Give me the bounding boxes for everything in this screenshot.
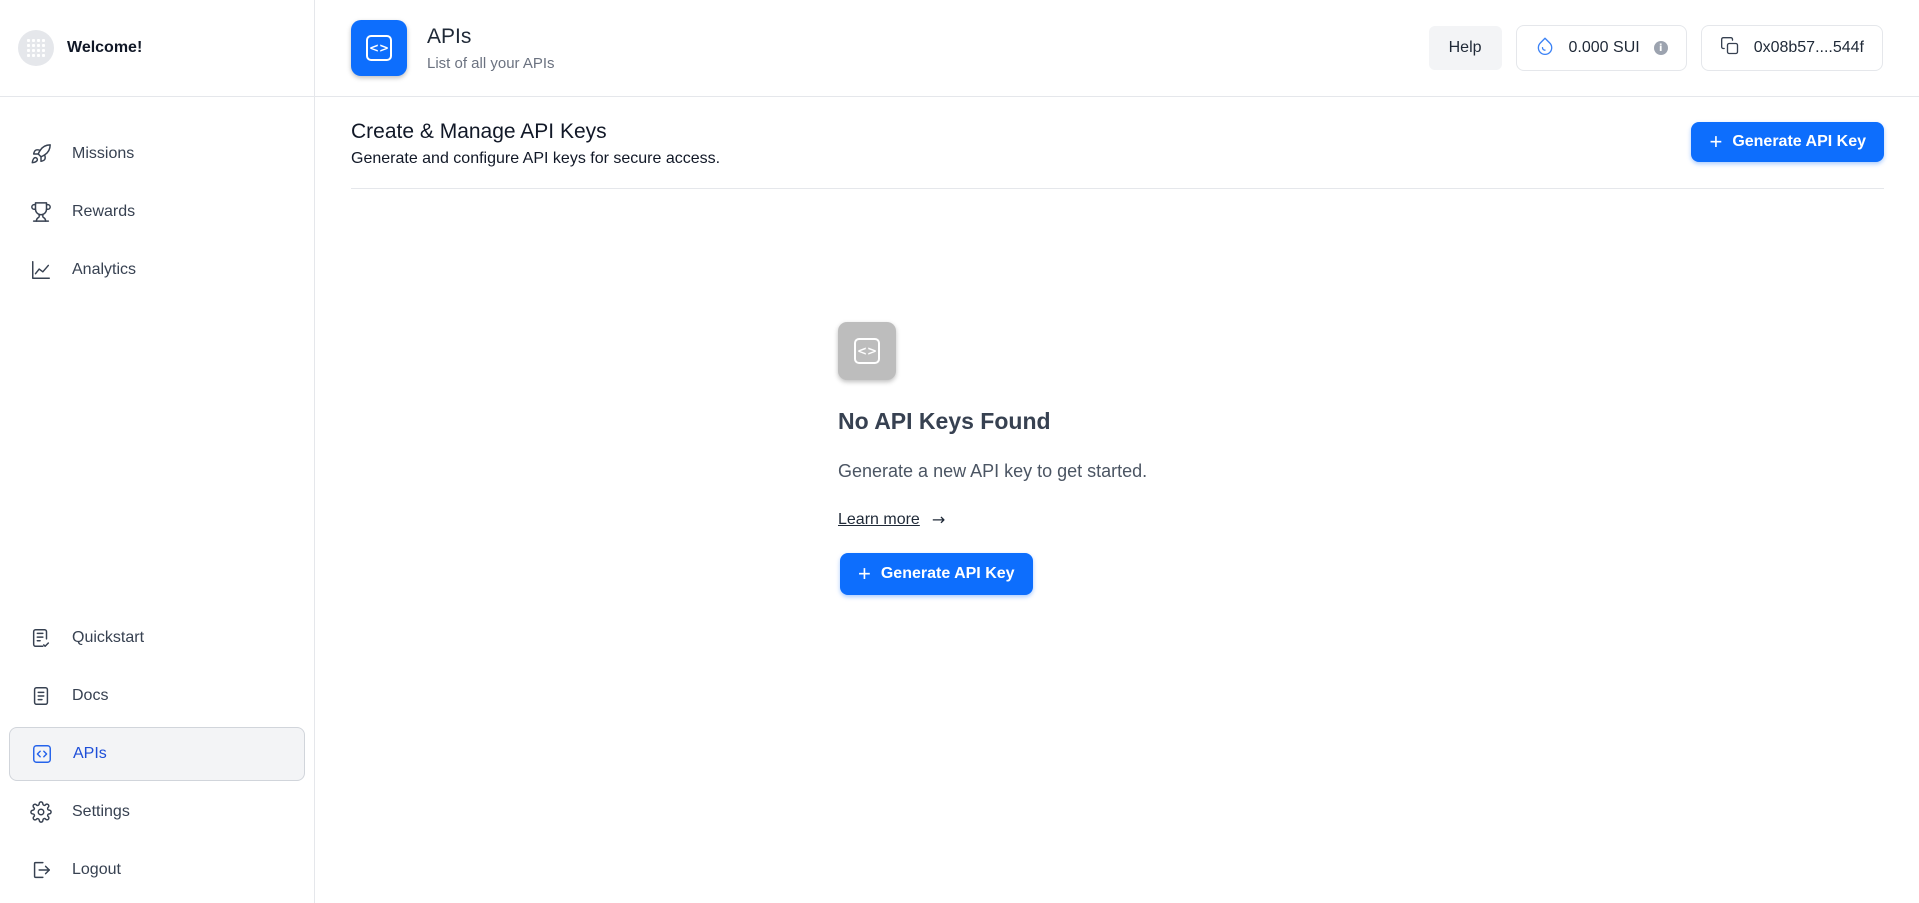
sidebar-item-quickstart[interactable]: Quickstart xyxy=(9,611,305,665)
plus-icon: + xyxy=(858,561,871,586)
section-subtitle: Generate and configure API keys for secu… xyxy=(351,150,721,167)
sidebar-item-label: Logout xyxy=(72,861,121,878)
balance-value: 0.000 SUI xyxy=(1568,39,1640,56)
balance-pill[interactable]: 0.000 SUI i xyxy=(1515,25,1687,71)
sidebar-item-logout[interactable]: Logout xyxy=(9,843,305,897)
page-titles: APIs List of all your APIs xyxy=(427,25,555,72)
sidebar: Welcome! Missions Rewards Analytics Quic… xyxy=(0,0,315,903)
button-label: Generate API Key xyxy=(880,565,1015,582)
wallet-address: 0x08b57....544f xyxy=(1753,39,1864,56)
page-subtitle: List of all your APIs xyxy=(427,54,555,72)
help-button[interactable]: Help xyxy=(1428,26,1502,70)
header-actions: Help 0.000 SUI i 0x08b57....544f xyxy=(1428,25,1883,71)
api-keys-section-header: Create & Manage API Keys Generate and co… xyxy=(351,97,1884,189)
document-icon xyxy=(29,684,53,708)
sidebar-item-label: Settings xyxy=(72,803,130,820)
copy-icon xyxy=(1720,36,1740,61)
learn-more-label: Learn more xyxy=(838,510,920,528)
sidebar-nav-top: Missions Rewards Analytics xyxy=(9,127,305,301)
sidebar-item-label: Docs xyxy=(72,687,109,704)
sidebar-item-apis[interactable]: APIs xyxy=(9,727,305,781)
code-icon xyxy=(30,742,54,766)
sidebar-item-label: Rewards xyxy=(72,203,136,220)
code-icon: <> xyxy=(366,35,392,61)
trophy-icon xyxy=(29,200,53,224)
plus-icon: + xyxy=(1709,129,1723,154)
info-icon[interactable]: i xyxy=(1653,41,1668,55)
sidebar-item-missions[interactable]: Missions xyxy=(9,127,305,181)
sidebar-item-label: Analytics xyxy=(72,261,137,278)
sidebar-item-label: Missions xyxy=(72,145,135,162)
empty-state-title: No API Keys Found xyxy=(838,408,1051,434)
checklist-icon xyxy=(29,626,53,650)
empty-state-text: Generate a new API key to get started. xyxy=(838,461,1148,481)
generate-api-key-button-empty[interactable]: + Generate API Key xyxy=(840,553,1033,595)
empty-state-icon: <> xyxy=(838,322,896,380)
page-title: APIs xyxy=(427,24,472,48)
generate-api-key-button[interactable]: + Generate API Key xyxy=(1691,122,1884,162)
sidebar-item-docs[interactable]: Docs xyxy=(9,669,305,723)
arrow-right-icon: → xyxy=(931,510,946,529)
welcome-title: Welcome! xyxy=(67,39,143,56)
rocket-icon xyxy=(29,142,53,166)
sidebar-item-label: APIs xyxy=(73,745,107,762)
learn-more-link[interactable]: Learn more → xyxy=(838,510,1238,529)
sidebar-nav-bottom: Quickstart Docs APIs Settings Logout xyxy=(9,611,305,901)
apis-page-icon: <> xyxy=(351,20,407,76)
avatar-icon[interactable] xyxy=(18,30,54,66)
sidebar-item-settings[interactable]: Settings xyxy=(9,785,305,839)
button-label: Generate API Key xyxy=(1732,133,1866,150)
empty-state: <> No API Keys Found Generate a new API … xyxy=(838,322,1238,595)
wallet-address-pill[interactable]: 0x08b57....544f xyxy=(1700,25,1883,71)
sidebar-item-analytics[interactable]: Analytics xyxy=(9,243,305,297)
droplet-icon xyxy=(1535,36,1555,61)
section-title: Create & Manage API Keys xyxy=(351,120,607,143)
sidebar-item-label: Quickstart xyxy=(72,629,145,646)
sidebar-item-rewards[interactable]: Rewards xyxy=(9,185,305,239)
top-header: <> APIs List of all your APIs Help 0.000… xyxy=(315,0,1919,97)
logout-icon xyxy=(29,858,53,882)
chart-line-icon xyxy=(29,258,53,282)
sidebar-brand: Welcome! xyxy=(0,0,314,97)
code-icon: <> xyxy=(854,338,880,364)
gear-icon xyxy=(29,800,53,824)
